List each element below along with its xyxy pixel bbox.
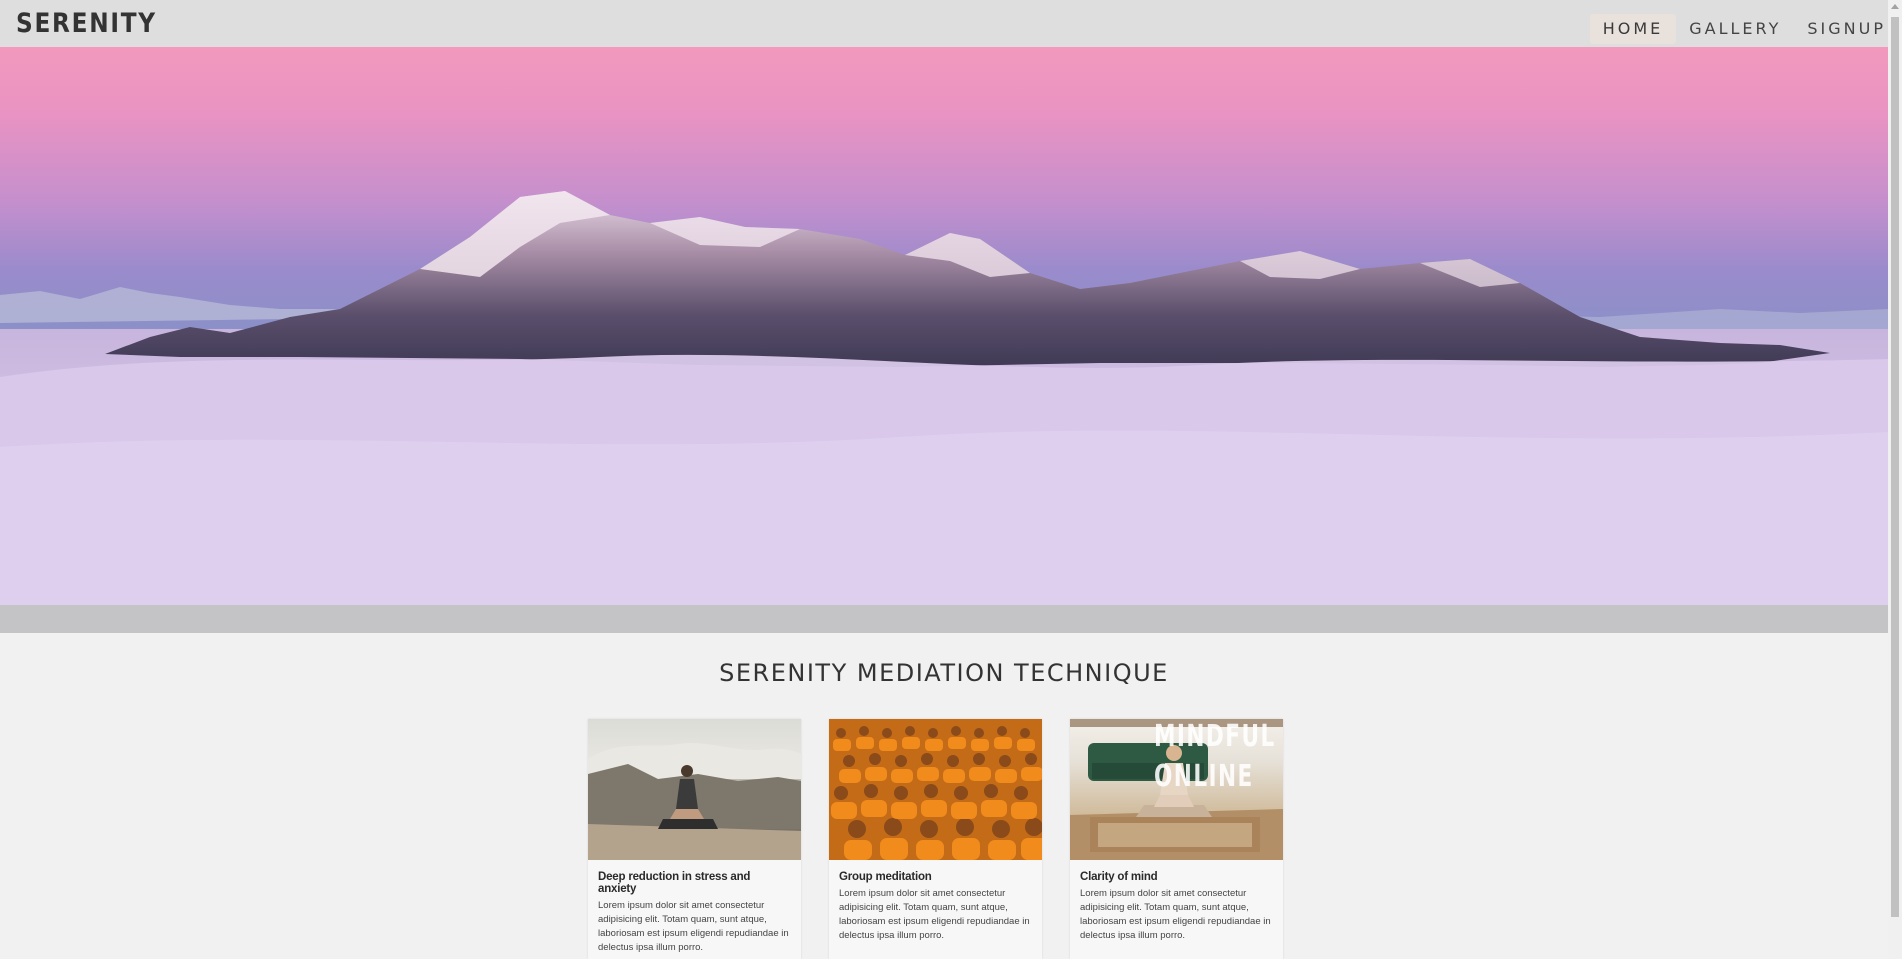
- brand-logo[interactable]: SERENITY: [16, 8, 157, 39]
- card-title: Group meditation: [839, 871, 932, 883]
- monks-illustration: [831, 726, 1042, 860]
- hero-bottom-band: [0, 605, 1888, 633]
- card-list: Deep reduction in stress and anxiety Lor…: [588, 719, 1283, 959]
- scrollbar-thumb[interactable]: [1891, 17, 1899, 917]
- card-clarity-of-mind[interactable]: MINDFUL ONLINE Clarity of mind Lorem ips…: [1070, 719, 1283, 959]
- mindful-online-overlay: MINDFUL ONLINE: [1154, 719, 1276, 797]
- card-image-woman-meditating: [588, 719, 801, 860]
- hero-image: [0, 47, 1888, 605]
- overlay-line-1: MINDFUL: [1154, 719, 1276, 754]
- overlay-line-2: ONLINE: [1154, 759, 1254, 794]
- nav-signup[interactable]: SIGNUP: [1794, 14, 1888, 44]
- vertical-scrollbar[interactable]: [1888, 0, 1902, 959]
- card-text: Lorem ipsum dolor sit amet consectetur a…: [598, 900, 789, 953]
- mountain-illustration: [0, 191, 1888, 605]
- top-navbar: SERENITY HOME GALLERY SIGNUP: [0, 0, 1888, 47]
- card-stress-reduction[interactable]: Deep reduction in stress and anxiety Lor…: [588, 719, 801, 959]
- card-image-mindful-online: MINDFUL ONLINE: [1070, 719, 1283, 860]
- card-text: Lorem ipsum dolor sit amet consectetur a…: [1080, 888, 1271, 941]
- card-title: Clarity of mind: [1080, 871, 1158, 883]
- scroll-up-arrow-icon[interactable]: [1891, 4, 1899, 9]
- nav-home[interactable]: HOME: [1589, 14, 1677, 44]
- section-title: SERENITY MEDIATION TECHNIQUE: [719, 659, 1169, 687]
- card-image-monks: [829, 719, 1042, 860]
- card-text: Lorem ipsum dolor sit amet consectetur a…: [839, 888, 1030, 941]
- card-title: Deep reduction in stress and anxiety: [598, 871, 751, 895]
- nav-gallery[interactable]: GALLERY: [1676, 14, 1794, 44]
- page: SERENITY HOME GALLERY SIGNUP SERENITY ME…: [0, 0, 1902, 959]
- woman-meditating-illustration: [588, 742, 801, 860]
- card-group-meditation[interactable]: Group meditation Lorem ipsum dolor sit a…: [829, 719, 1042, 959]
- main-nav: HOME GALLERY SIGNUP: [1589, 14, 1888, 44]
